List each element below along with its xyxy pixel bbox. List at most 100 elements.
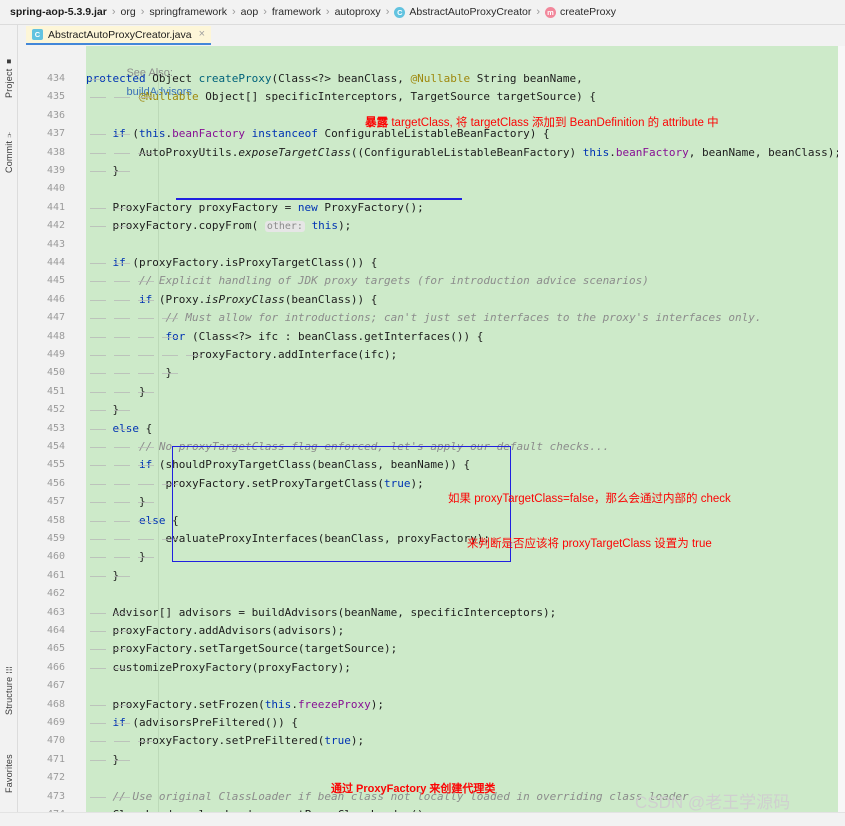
code-line[interactable]: 447 // Must allow for introductions; can… bbox=[18, 309, 845, 327]
method-icon: m bbox=[545, 6, 556, 18]
line-code[interactable]: proxyFactory.addAdvisors(advisors); bbox=[86, 622, 344, 640]
line-code[interactable]: proxyFactory.setPreFiltered(true); bbox=[86, 732, 364, 750]
close-icon[interactable]: × bbox=[199, 29, 205, 40]
breadcrumb-item-framework[interactable]: framework bbox=[272, 6, 321, 18]
line-number: 473 bbox=[46, 790, 65, 802]
line-number: 457 bbox=[46, 496, 65, 508]
code-line[interactable]: 470 proxyFactory.setPreFiltered(true); bbox=[18, 732, 845, 750]
code-line[interactable]: 440 bbox=[18, 180, 845, 198]
line-code[interactable]: } bbox=[86, 548, 146, 566]
breadcrumb-item-aop[interactable]: aop bbox=[241, 6, 259, 18]
tool-button-favorites[interactable]: Favorites bbox=[0, 723, 18, 793]
line-code[interactable]: // Must allow for introductions; can't j… bbox=[86, 309, 761, 327]
line-code[interactable]: Advisor[] advisors = buildAdvisors(beanN… bbox=[86, 604, 556, 622]
code-line[interactable]: 441 ProxyFactory proxyFactory = new Prox… bbox=[18, 199, 845, 217]
code-line[interactable]: 448 for (Class<?> ifc : beanClass.getInt… bbox=[18, 328, 845, 346]
line-number: 443 bbox=[46, 238, 65, 250]
line-number: 434 bbox=[46, 73, 65, 84]
annotation-create-proxy-class: 通过 ProxyFactory 来创建代理类 bbox=[331, 783, 496, 795]
breadcrumb-separator: › bbox=[232, 6, 236, 18]
code-line[interactable]: 434 protected Object createProxy(Class<?>… bbox=[18, 70, 845, 88]
code-line[interactable]: 451 } bbox=[18, 383, 845, 401]
code-line[interactable]: 467 bbox=[18, 677, 845, 695]
line-code[interactable]: ProxyFactory proxyFactory = new ProxyFac… bbox=[86, 199, 423, 217]
line-number: 471 bbox=[46, 753, 65, 765]
line-number: 466 bbox=[46, 661, 65, 673]
line-number: 441 bbox=[46, 201, 65, 213]
line-code[interactable]: } bbox=[86, 364, 172, 382]
line-number: 459 bbox=[46, 533, 65, 544]
code-line[interactable]: 442 proxyFactory.copyFrom( other: this); bbox=[18, 217, 845, 235]
line-code[interactable]: } bbox=[86, 401, 119, 419]
tool-button-label: Structure bbox=[4, 676, 14, 715]
line-code[interactable]: } bbox=[86, 383, 146, 401]
code-line[interactable]: 465 proxyFactory.setTargetSource(targetS… bbox=[18, 640, 845, 658]
breadcrumb-separator: › bbox=[325, 6, 330, 18]
code-line[interactable]: 446 if (Proxy.isProxyClass(beanClass)) { bbox=[18, 291, 845, 309]
code-line[interactable]: 453 else { bbox=[18, 420, 845, 438]
editor-tab-abstractautoproxycreator[interactable]: C AbstractAutoProxyCreator.java × bbox=[26, 26, 212, 45]
breadcrumb-item-class[interactable]: C AbstractAutoProxyCreator bbox=[394, 6, 531, 18]
line-code[interactable]: proxyFactory.setTargetSource(targetSourc… bbox=[86, 640, 397, 658]
breadcrumb-separator: › bbox=[263, 6, 267, 18]
line-code[interactable]: } bbox=[86, 493, 146, 511]
line-code[interactable]: if (advisorsPreFiltered()) { bbox=[86, 714, 298, 732]
line-code[interactable]: else { bbox=[86, 420, 153, 438]
annotation-expose-target-class: 暴露 targetClass, 将 targetClass 添加到 BeanDe… bbox=[346, 101, 718, 146]
line-code[interactable]: if (proxyFactory.isProxyTargetClass()) { bbox=[86, 254, 378, 272]
code-line[interactable]: 462 bbox=[18, 585, 845, 603]
line-number: 437 bbox=[46, 128, 65, 140]
code-line[interactable]: 450 } bbox=[18, 364, 845, 382]
breadcrumb-label: AbstractAutoProxyCreator bbox=[409, 6, 532, 18]
line-code[interactable]: // Explicit handling of JDK proxy target… bbox=[86, 272, 649, 290]
breadcrumb-item-method[interactable]: m createProxy bbox=[545, 6, 616, 18]
line-number: 445 bbox=[46, 275, 65, 287]
code-line[interactable]: 463 Advisor[] advisors = buildAdvisors(b… bbox=[18, 604, 845, 622]
line-code[interactable]: } bbox=[86, 567, 119, 585]
code-line[interactable]: 443 bbox=[18, 236, 845, 254]
line-number: 452 bbox=[46, 404, 65, 416]
code-line[interactable]: 449 proxyFactory.addInterface(ifc); bbox=[18, 346, 845, 364]
line-code[interactable]: proxyFactory.addInterface(ifc); bbox=[86, 346, 397, 364]
tool-button-commit[interactable]: Commit ⑂ bbox=[0, 103, 18, 173]
line-code[interactable]: proxyFactory.copyFrom( other: this); bbox=[86, 217, 351, 235]
line-code[interactable]: if (Proxy.isProxyClass(beanClass)) { bbox=[86, 291, 377, 309]
line-number: 460 bbox=[46, 551, 65, 563]
breadcrumb-item-jar[interactable]: spring-aop-5.3.9.jar bbox=[10, 6, 107, 18]
line-number: 447 bbox=[46, 312, 65, 324]
breadcrumb-label: spring-aop-5.3.9.jar bbox=[10, 6, 107, 18]
line-number: 438 bbox=[46, 146, 65, 158]
code-line[interactable]: 471 } bbox=[18, 751, 845, 769]
line-number: 444 bbox=[46, 257, 65, 268]
line-number: 450 bbox=[46, 367, 65, 379]
annotation-proxy-target-class: 如果 proxyTargetClass=false，那么会通过内部的 check… bbox=[448, 462, 731, 582]
line-code[interactable]: proxyFactory.setFrozen(this.freezeProxy)… bbox=[86, 696, 384, 714]
code-line[interactable]: 468 proxyFactory.setFrozen(this.freezePr… bbox=[18, 696, 845, 714]
structure-icon: ☷ bbox=[4, 664, 14, 674]
tool-button-project[interactable]: Project ■ bbox=[0, 28, 18, 98]
breadcrumb-item-autoproxy[interactable]: autoproxy bbox=[335, 6, 381, 18]
editor-scrollbar[interactable] bbox=[838, 46, 845, 812]
line-code[interactable]: customizeProxyFactory(proxyFactory); bbox=[86, 659, 350, 677]
line-code[interactable]: protected Object createProxy(Class<?> be… bbox=[86, 70, 583, 88]
line-code[interactable]: else { bbox=[86, 512, 179, 530]
code-line[interactable]: 452 } bbox=[18, 401, 845, 419]
breadcrumb-label: org bbox=[120, 6, 136, 18]
code-line[interactable]: 466 customizeProxyFactory(proxyFactory); bbox=[18, 659, 845, 677]
code-line[interactable]: 464 proxyFactory.addAdvisors(advisors); bbox=[18, 622, 845, 640]
code-line[interactable]: 445 // Explicit handling of JDK proxy ta… bbox=[18, 272, 845, 290]
breadcrumb-item-org[interactable]: org bbox=[121, 6, 136, 18]
code-line[interactable]: 469 if (advisorsPreFiltered()) { bbox=[18, 714, 845, 732]
line-code[interactable]: } bbox=[86, 751, 119, 769]
code-editor[interactable]: See Also: buildAdvisors 434 protected Obj… bbox=[18, 46, 845, 812]
editor-tab-bar: C AbstractAutoProxyCreator.java × bbox=[18, 25, 845, 46]
line-code[interactable]: for (Class<?> ifc : beanClass.getInterfa… bbox=[86, 328, 483, 346]
breadcrumb-item-springframework[interactable]: springframework bbox=[149, 6, 227, 18]
line-code[interactable]: } bbox=[86, 162, 119, 180]
line-code[interactable]: AutoProxyUtils.exposeTargetClass((Config… bbox=[86, 144, 841, 162]
tool-button-structure[interactable]: Structure ☷ bbox=[0, 645, 18, 715]
code-line[interactable]: 439 } bbox=[18, 162, 845, 180]
code-line[interactable]: 438 AutoProxyUtils.exposeTargetClass((Co… bbox=[18, 144, 845, 162]
tool-button-label: Commit bbox=[4, 140, 14, 173]
code-line[interactable]: 444 if (proxyFactory.isProxyTargetClass(… bbox=[18, 254, 845, 272]
